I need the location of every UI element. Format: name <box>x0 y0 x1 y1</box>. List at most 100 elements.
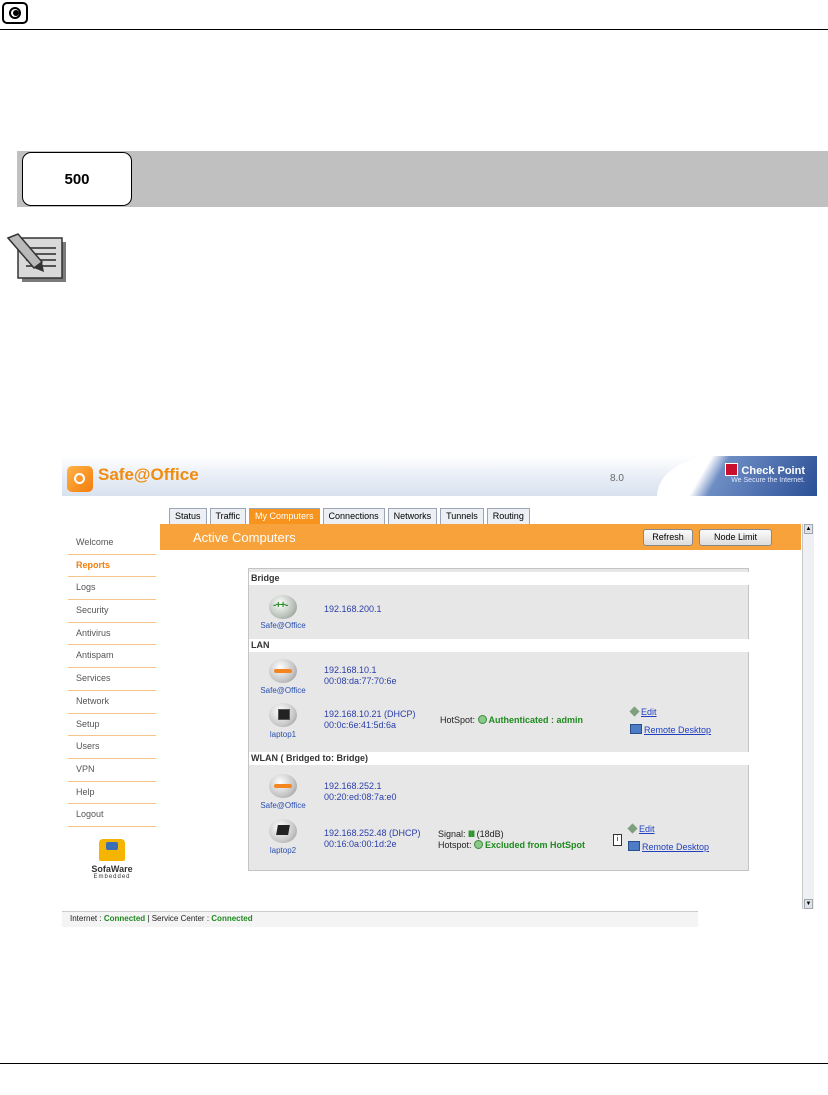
page-header-bar: Active Computers Refresh Node Limit <box>160 524 801 550</box>
section-header-wlan: WLAN ( Bridged to: Bridge) <box>249 752 750 765</box>
tab-status[interactable]: Status <box>169 508 207 524</box>
sidebar-item-services[interactable]: Services <box>68 668 156 691</box>
service-center-label: Service Center : <box>151 914 210 923</box>
section-header-bridge: Bridge <box>249 572 750 585</box>
model-number: 500 <box>64 170 90 188</box>
laptop1-edit-link[interactable]: Edit <box>629 706 657 717</box>
refresh-button[interactable]: Refresh <box>643 529 693 546</box>
check-point-logo: Check Point We Secure the Internet. <box>725 463 805 484</box>
hotspot-status: Excluded from HotSpot <box>485 840 586 850</box>
sofaware-sub: Embedded <box>93 874 131 880</box>
app-header: Safe@Office 8.0 Check Point We Secure th… <box>62 456 817 496</box>
model-number-box: 500 <box>22 152 132 206</box>
model-band <box>17 151 828 207</box>
page-title: Active Computers <box>193 530 296 545</box>
tab-my-computers[interactable]: My Computers <box>249 508 320 524</box>
signal-label: Signal: <box>438 829 466 839</box>
computers-panel: Bridge Safe@Office 192.168.200.1 LAN Saf… <box>248 568 750 871</box>
wlan-router-icon[interactable] <box>269 774 297 798</box>
wlan-router-ip: 192.168.252.1 <box>324 781 382 791</box>
sidebar-item-antispam[interactable]: Antispam <box>68 645 156 669</box>
sofaware-name: SofaWare <box>91 864 133 874</box>
vertical-scrollbar[interactable]: ▲ ▼ <box>802 524 814 909</box>
sidebar-item-users[interactable]: Users <box>68 736 156 759</box>
tab-routing[interactable]: Routing <box>486 508 530 524</box>
laptop2-icon[interactable] <box>269 819 297 843</box>
node-limit-button[interactable]: Node Limit <box>699 529 772 546</box>
laptop1-name[interactable]: laptop1 <box>253 730 313 739</box>
laptop2-remote-desktop-link[interactable]: Remote Desktop <box>628 841 709 852</box>
lan-router-mac: 00:08:da:77:70:6e <box>324 676 397 686</box>
check-icon <box>474 840 484 849</box>
hotspot-status: Authenticated : admin <box>488 715 584 725</box>
tab-connections[interactable]: Connections <box>322 508 385 524</box>
hotspot-label: Hotspot: <box>438 840 472 850</box>
laptop1-remote-desktop-link[interactable]: Remote Desktop <box>630 724 711 735</box>
laptop1-ip: 192.168.10.21 (DHCP) <box>324 709 416 719</box>
brand-name: Check Point <box>741 465 805 477</box>
sidebar-item-reports[interactable]: Reports <box>68 555 156 578</box>
remote-desktop-icon <box>628 841 640 851</box>
lan-router-ip: 192.168.10.1 <box>324 665 377 675</box>
note-icon <box>6 233 66 282</box>
version-label: 8.0 <box>610 473 624 484</box>
internet-status-label: Internet : <box>70 914 102 923</box>
remote-desktop-icon <box>630 724 642 734</box>
sidebar-item-logs[interactable]: Logs <box>68 577 156 601</box>
footer-rule <box>0 1063 828 1064</box>
signal-value: (18dB) <box>476 829 504 839</box>
check-icon <box>477 715 487 724</box>
signal-strength-icon: IIII <box>468 829 475 839</box>
sofa-icon <box>99 839 125 861</box>
internet-status-value: Connected <box>103 914 146 923</box>
lan-router-icon[interactable] <box>269 659 297 683</box>
sidebar-item-antivirus[interactable]: Antivirus <box>68 623 156 646</box>
remote-desktop-label: Remote Desktop <box>642 842 710 852</box>
chapter-icon <box>2 2 28 24</box>
check-point-icon <box>725 463 739 476</box>
laptop1-hotspot: HotSpot: Authenticated : admin <box>440 715 583 726</box>
edit-icon <box>629 706 640 717</box>
sidebar-item-security[interactable]: Security <box>68 600 156 623</box>
tab-networks[interactable]: Networks <box>387 508 438 524</box>
edit-label: Edit <box>639 824 655 834</box>
sidebar-item-help[interactable]: Help <box>68 782 156 805</box>
app-screenshot: Safe@Office 8.0 Check Point We Secure th… <box>62 456 817 927</box>
sidebar-item-setup[interactable]: Setup <box>68 714 156 737</box>
main-content: Active Computers Refresh Node Limit ▲ ▼ … <box>160 524 814 909</box>
lan-router-name[interactable]: Safe@Office <box>253 686 313 695</box>
report-tabs: Status Traffic My Computers Connections … <box>169 508 530 524</box>
section-header-lan: LAN <box>249 639 750 652</box>
laptop2-ip: 192.168.252.48 (DHCP) <box>324 828 421 838</box>
laptop2-edit-link[interactable]: Edit <box>627 823 655 834</box>
sidebar-item-vpn[interactable]: VPN <box>68 759 156 782</box>
status-bar: Internet : Connected | Service Center : … <box>62 911 698 927</box>
edit-label: Edit <box>641 707 657 717</box>
bridge-ip: 192.168.200.1 <box>324 604 382 614</box>
sidebar-item-network[interactable]: Network <box>68 691 156 714</box>
wlan-router-mac: 00:20:ed:08:7a:e0 <box>324 792 397 802</box>
laptop2-signal: Signal: IIII (18dB) <box>438 829 504 840</box>
laptop1-mac: 00:0c:6e:41:5d:6a <box>324 720 397 730</box>
sofaware-logo: SofaWare Embedded <box>82 839 142 880</box>
tab-tunnels[interactable]: Tunnels <box>440 508 484 524</box>
laptop2-name[interactable]: laptop2 <box>253 846 313 855</box>
scroll-up-icon[interactable]: ▲ <box>804 524 813 534</box>
wlan-router-name[interactable]: Safe@Office <box>253 801 313 810</box>
bridge-icon[interactable] <box>269 595 297 619</box>
bridge-device-name[interactable]: Safe@Office <box>253 621 313 630</box>
info-icon[interactable]: i <box>613 834 622 846</box>
header-rule <box>0 29 828 30</box>
app-title: Safe@Office <box>98 465 199 484</box>
edit-icon <box>627 823 638 834</box>
service-center-value: Connected <box>211 914 253 923</box>
laptop1-icon[interactable] <box>269 703 297 727</box>
brand-tagline: We Secure the Internet. <box>731 477 805 484</box>
sidebar-item-welcome[interactable]: Welcome <box>68 532 156 555</box>
sidebar-item-logout[interactable]: Logout <box>68 804 156 827</box>
tab-traffic[interactable]: Traffic <box>209 508 247 524</box>
safe-at-office-logo-icon <box>67 466 93 492</box>
remote-desktop-label: Remote Desktop <box>644 725 712 735</box>
scroll-down-icon[interactable]: ▼ <box>804 899 813 909</box>
sidebar: Welcome Reports Logs Security Antivirus … <box>68 532 156 827</box>
